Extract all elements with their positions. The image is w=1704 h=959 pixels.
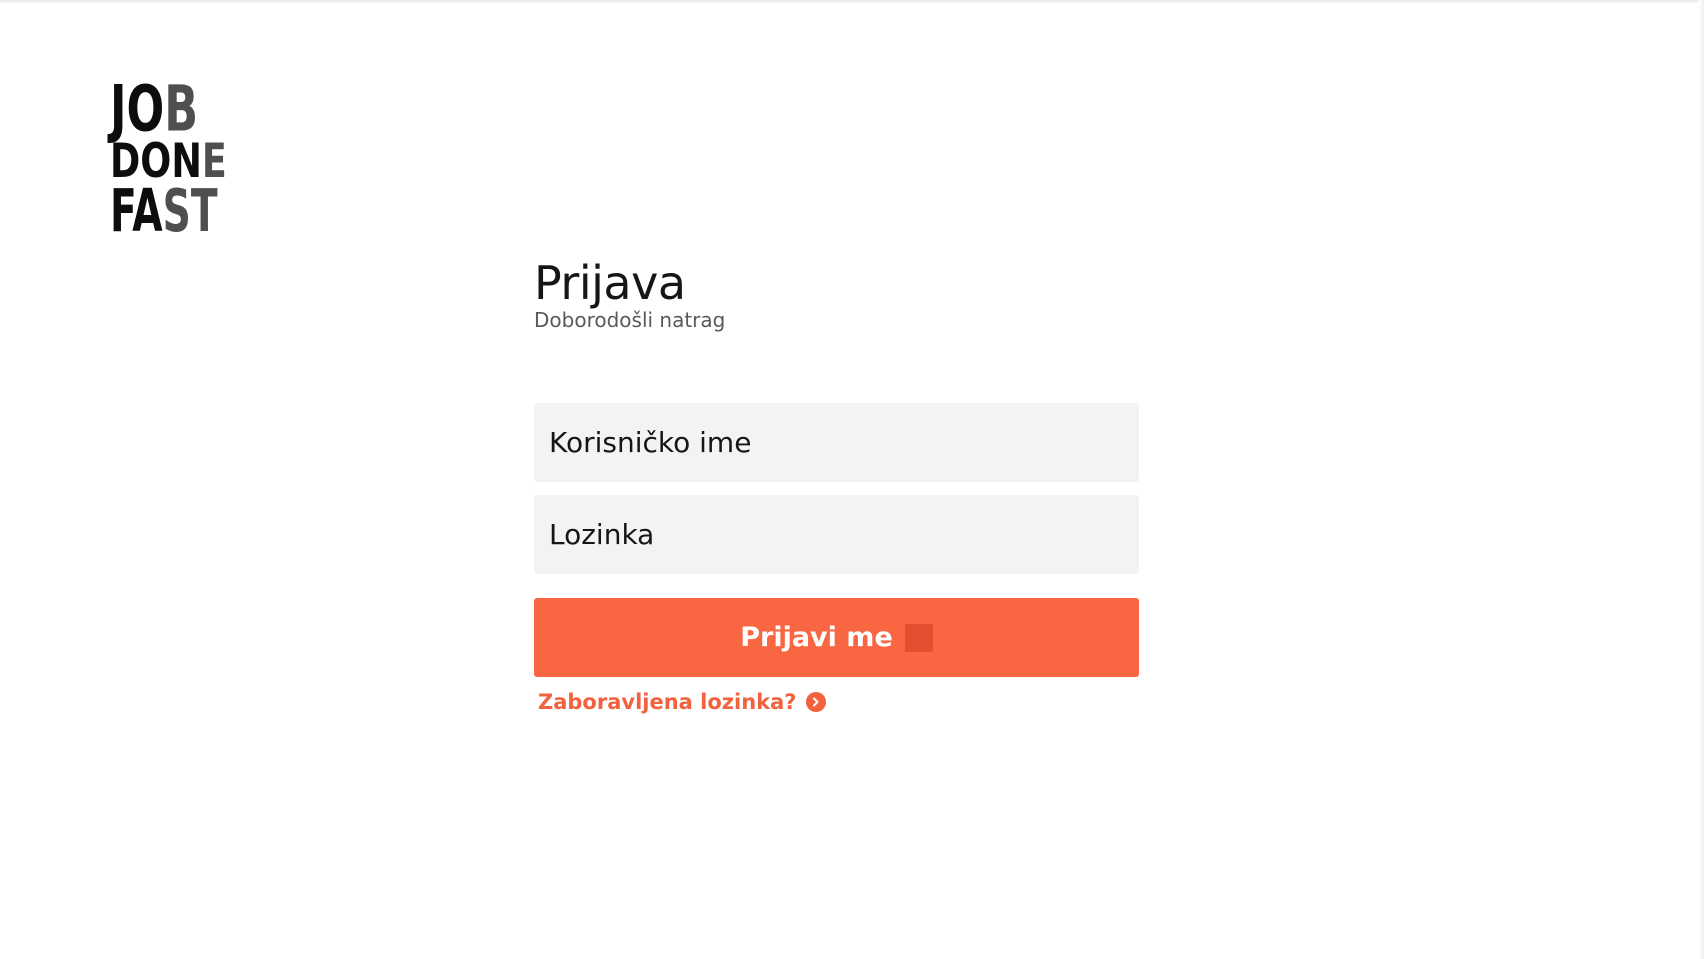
top-border [0, 0, 1704, 3]
login-submit-label: Prijavi me [740, 622, 893, 653]
logo-row-3: FAST [110, 177, 218, 246]
logo-row-1: JOB [110, 72, 199, 147]
forgot-password-label: Zaboravljena lozinka? [538, 690, 797, 714]
username-input[interactable] [534, 403, 1139, 482]
arrow-right-icon [904, 623, 933, 652]
login-submit-button[interactable]: Prijavi me [534, 598, 1139, 677]
scrollbar-track [1698, 0, 1704, 959]
login-form: Prijava Doborodošli natrag Prijavi me Za… [534, 255, 1139, 714]
logo-row-2: DONE [110, 133, 227, 189]
page-subtitle: Doborodošli natrag [534, 308, 726, 332]
forgot-password-link[interactable]: Zaboravljena lozinka? [538, 690, 827, 714]
job-done-fast-logo: JOB DONE FAST [110, 72, 260, 246]
password-input[interactable] [534, 495, 1139, 574]
page-title: Prijava [534, 256, 686, 310]
chevron-right-circle-icon [806, 692, 827, 712]
